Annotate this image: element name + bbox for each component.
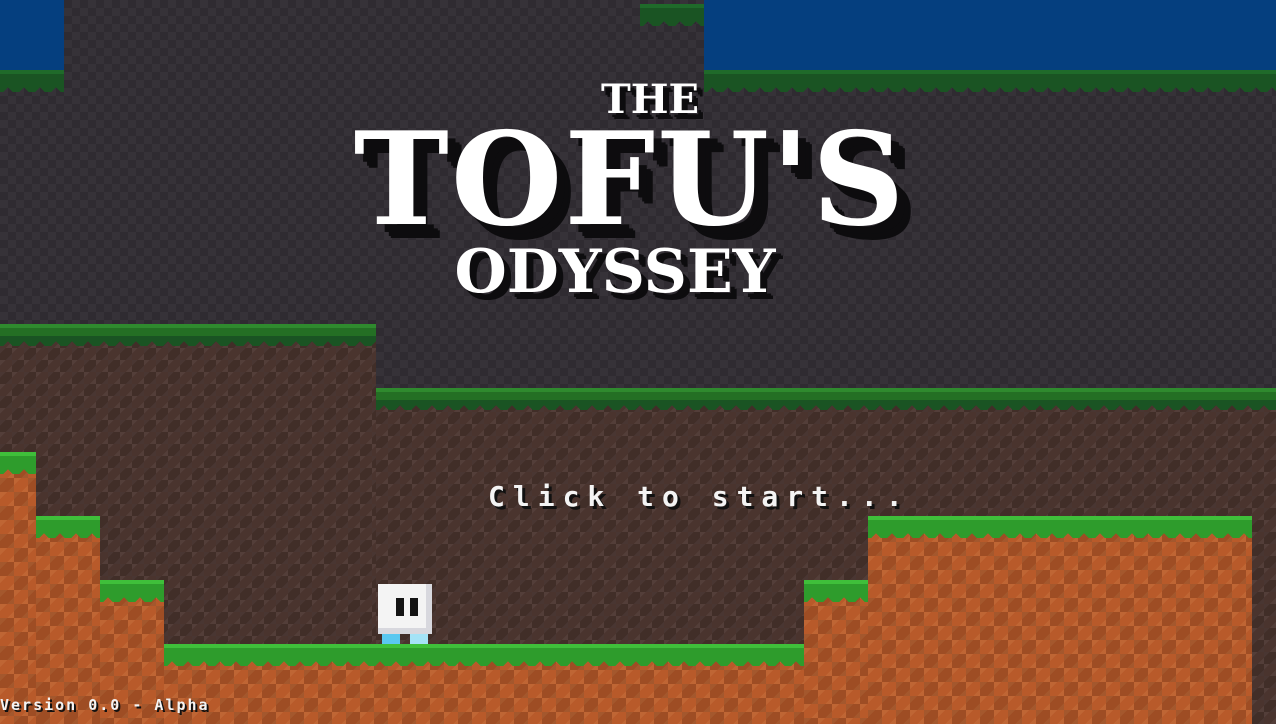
tofu-feet — [382, 634, 428, 644]
game-canvas[interactable]: THE TOFU'S ODYSSEY Click to start... Ver… — [0, 0, 1276, 724]
sky-left — [0, 0, 64, 72]
grass-stair-1 — [0, 452, 36, 474]
ceiling-grass-top-middle — [640, 4, 704, 26]
sky-right — [704, 0, 1276, 72]
ground-floor — [164, 656, 804, 724]
version-label: Version 0.0 - Alpha — [0, 696, 210, 714]
ceiling-grass-right — [704, 70, 1276, 92]
game-title: THE TOFU'S ODYSSEY — [340, 80, 920, 303]
tofu-left-eye — [396, 598, 404, 616]
start-prompt[interactable]: Click to start... — [488, 480, 911, 513]
grass-ground-floor — [164, 644, 804, 666]
stair-step-2 — [36, 528, 100, 724]
back-grass-middle — [376, 388, 1276, 410]
tofu-right-eye — [410, 598, 418, 616]
grass-right-plateau — [868, 516, 1252, 538]
right-step-low — [804, 592, 868, 724]
tofu-character-sprite — [378, 584, 432, 644]
grass-stair-3 — [100, 580, 164, 602]
back-grass-upper-left — [0, 324, 376, 346]
title-line-tofus: TOFU'S — [353, 105, 907, 255]
right-plateau — [868, 528, 1252, 724]
grass-right-step — [804, 580, 868, 602]
title-line-odyssey: ODYSSEY — [454, 237, 776, 307]
grass-stair-2 — [36, 516, 100, 538]
stair-step-1 — [0, 464, 36, 724]
ceiling-grass-left — [0, 70, 64, 92]
tofu-body — [378, 584, 432, 634]
